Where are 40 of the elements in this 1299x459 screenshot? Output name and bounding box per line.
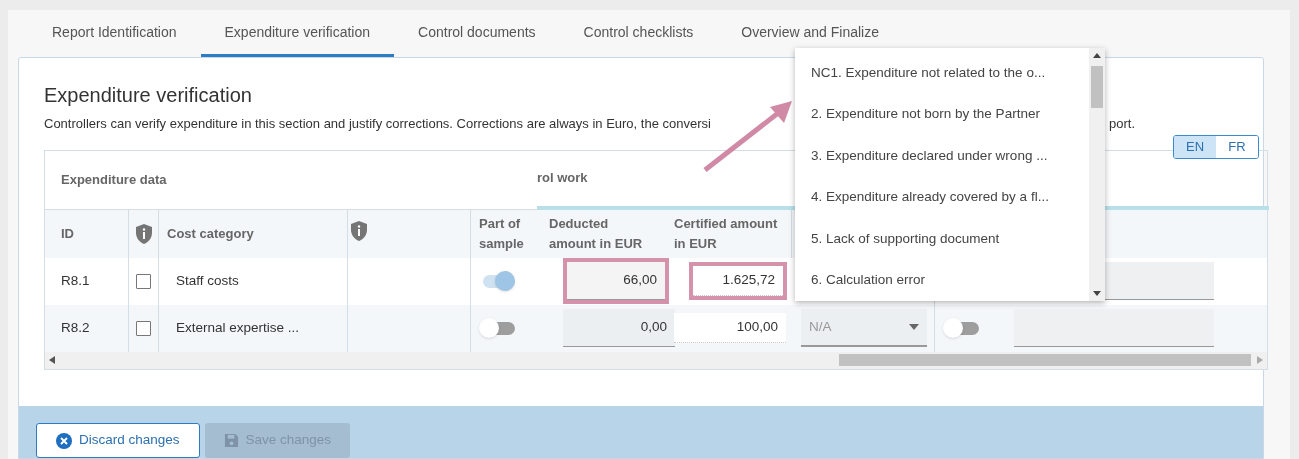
dropdown-option[interactable]: 5. Lack of supporting document: [795, 218, 1089, 260]
column-header: Cost category: [167, 224, 254, 243]
section-title: Expenditure verification: [44, 83, 252, 108]
close-icon: [56, 432, 72, 449]
tab[interactable]: Control documents: [394, 10, 560, 57]
section-description: Controllers can verify expenditure in this section and justify corrections. Corrections are always in Euro, the conversi: [44, 115, 711, 133]
table-cell-text: Staff costs: [176, 271, 239, 290]
dropdown-option[interactable]: NC1. Expenditure not related to the o...: [795, 52, 1089, 94]
input-field[interactable]: [1014, 309, 1214, 347]
dropdown-option[interactable]: 6. Calculation error: [795, 259, 1089, 301]
column-header: ID: [61, 224, 74, 243]
tab[interactable]: Report Identification: [28, 10, 201, 57]
column-header: Deducted amount in EUR: [549, 214, 644, 253]
scrollbar-thumb[interactable]: [839, 354, 1251, 366]
section-description: port.: [1109, 115, 1135, 133]
language-option[interactable]: EN: [1174, 135, 1216, 158]
table-cell-text: R8.2: [61, 318, 90, 337]
toggle-switch[interactable]: [943, 318, 979, 338]
amount-field[interactable]: 0,00: [563, 309, 675, 347]
tab[interactable]: Control checklists: [559, 10, 718, 57]
vertical-scrollbar[interactable]: [1089, 48, 1105, 301]
toggle-switch[interactable]: [479, 318, 515, 338]
amount-field[interactable]: 66,00: [567, 262, 665, 300]
table-cell-text: External expertise ...: [176, 318, 300, 337]
checkbox[interactable]: [136, 320, 151, 336]
table-cell-text: R8.1: [61, 271, 90, 290]
language-option[interactable]: FR: [1216, 135, 1258, 158]
shield-info-icon: [134, 222, 153, 245]
shield-info-icon: [350, 219, 368, 242]
scroll-down-icon[interactable]: [1093, 291, 1101, 296]
column-header: Part of sample: [479, 214, 525, 253]
scrollbar-thumb[interactable]: [1091, 66, 1103, 108]
column-header: Certified amount in EUR: [674, 214, 779, 253]
checkbox[interactable]: [136, 273, 151, 289]
scroll-left-icon[interactable]: [49, 356, 55, 364]
discard-button[interactable]: Discard changes: [36, 423, 200, 458]
scroll-right-icon[interactable]: [1257, 356, 1263, 364]
dropdown-option[interactable]: 2. Expenditure not born by the Partner: [795, 93, 1089, 135]
caret-icon: [909, 324, 919, 330]
certified-amount: 100,00: [674, 313, 786, 343]
